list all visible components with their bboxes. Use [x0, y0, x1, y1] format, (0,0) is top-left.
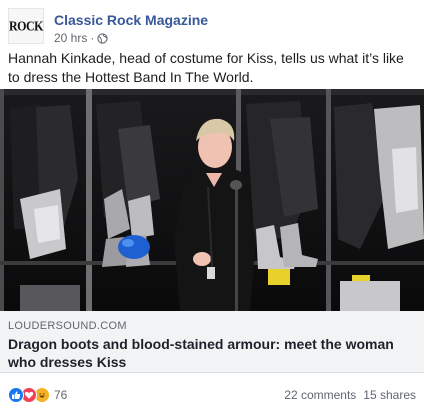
post-meta: 20 hrs · [54, 31, 108, 45]
page-avatar[interactable]: ROCK [8, 8, 44, 44]
link-domain: LOUDERSOUND.COM [8, 320, 127, 332]
photo-illustration [0, 89, 424, 311]
post-message: Hannah Kinkade, head of costume for Kiss… [8, 50, 404, 85]
reactions-summary[interactable]: 76 [8, 387, 67, 403]
engagement-stats: 22 comments 15 shares [284, 388, 416, 402]
meta-separator: · [90, 31, 95, 45]
shares-count-link[interactable]: 15 shares [363, 388, 416, 402]
avatar-logo: ROCK [9, 17, 44, 34]
comments-count-link[interactable]: 22 comments [284, 388, 356, 402]
globe-icon[interactable] [97, 32, 108, 44]
post-footer: 76 22 comments 15 shares [8, 383, 416, 405]
post-timestamp[interactable]: 20 hrs [54, 31, 87, 45]
link-preview[interactable]: LOUDERSOUND.COM Dragon boots and blood-s… [0, 311, 424, 373]
link-title[interactable]: Dragon boots and blood-stained armour: m… [8, 335, 413, 371]
post-header: ROCK Classic Rock Magazine 20 hrs · [8, 8, 416, 45]
like-icon [8, 387, 24, 403]
facebook-post: ROCK Classic Rock Magazine 20 hrs · Hann… [0, 0, 424, 414]
post-photo[interactable] [0, 89, 424, 311]
reaction-count: 76 [54, 388, 68, 402]
page-name-link[interactable]: Classic Rock Magazine [54, 12, 208, 28]
